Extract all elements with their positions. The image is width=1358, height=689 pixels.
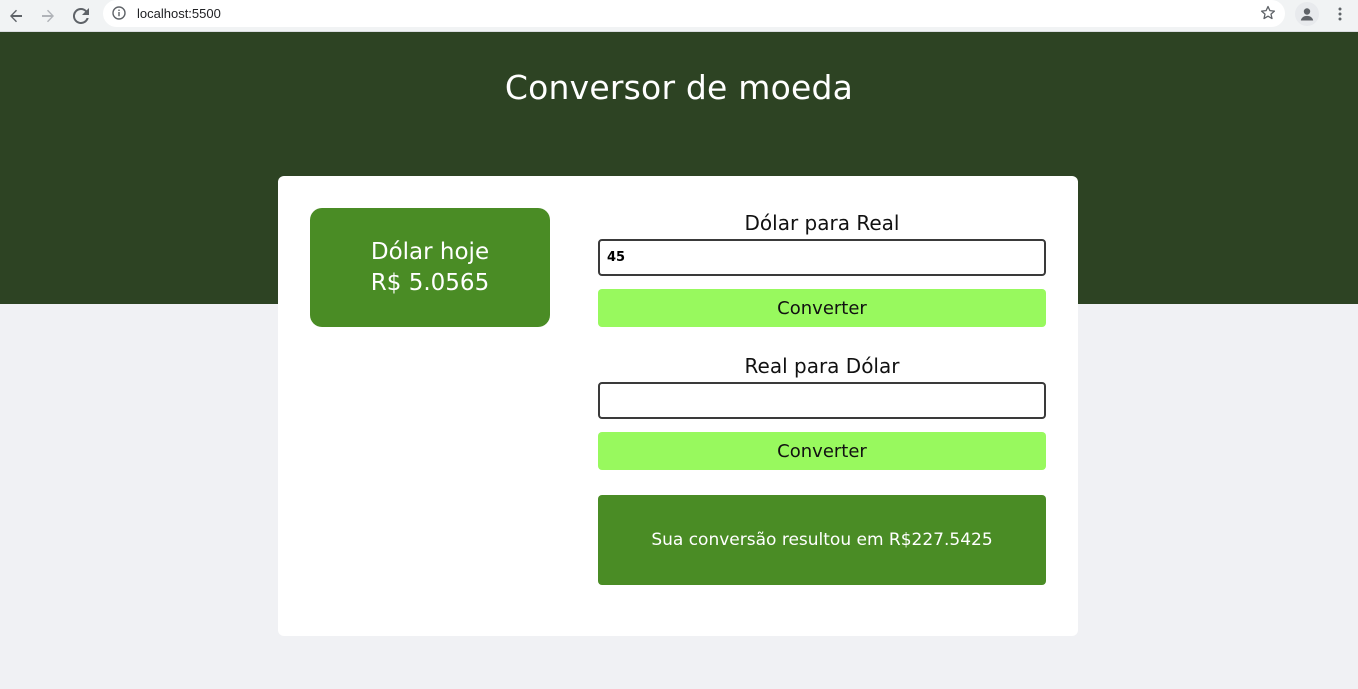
person-icon: [1300, 8, 1314, 21]
address-bar[interactable]: localhost:5500: [103, 0, 1285, 27]
page: Conversor de moeda Dólar hoje R$ 5.0565 …: [0, 32, 1358, 689]
page-title: Conversor de moeda: [504, 68, 854, 107]
result-text: Sua conversão resultou em R$227.5425: [651, 530, 993, 550]
back-button[interactable]: [3, 3, 29, 29]
forward-button[interactable]: [35, 3, 61, 29]
usd-to-brl-label: Dólar para Real: [744, 211, 900, 235]
dollar-rate-box: Dólar hoje R$ 5.0565: [310, 208, 550, 327]
url-text[interactable]: localhost:5500: [137, 6, 221, 21]
reload-icon: [73, 8, 89, 24]
star-icon[interactable]: [1260, 5, 1276, 21]
browser-menu-button[interactable]: [1330, 4, 1350, 24]
convert-brl-to-usd-button[interactable]: Converter: [598, 432, 1046, 470]
conversion-result: Sua conversão resultou em R$227.5425: [598, 495, 1046, 585]
arrow-left-icon: [10, 9, 22, 23]
brl-amount-input[interactable]: [598, 382, 1046, 419]
kebab-menu-icon: [1338, 7, 1342, 21]
browser-toolbar: localhost:5500: [0, 0, 1358, 32]
info-icon[interactable]: [112, 6, 126, 20]
reload-button[interactable]: [68, 3, 94, 29]
profile-button[interactable]: [1295, 2, 1319, 26]
brl-to-usd-label: Real para Dólar: [744, 354, 900, 378]
rate-label: Dólar hoje: [370, 238, 490, 265]
convert-usd-to-brl-button[interactable]: Converter: [598, 289, 1046, 327]
rate-value: R$ 5.0565: [370, 269, 490, 296]
usd-amount-input[interactable]: [598, 239, 1046, 276]
arrow-right-icon: [42, 9, 54, 23]
converter-card: Dólar hoje R$ 5.0565 Dólar para Real Con…: [278, 176, 1078, 636]
